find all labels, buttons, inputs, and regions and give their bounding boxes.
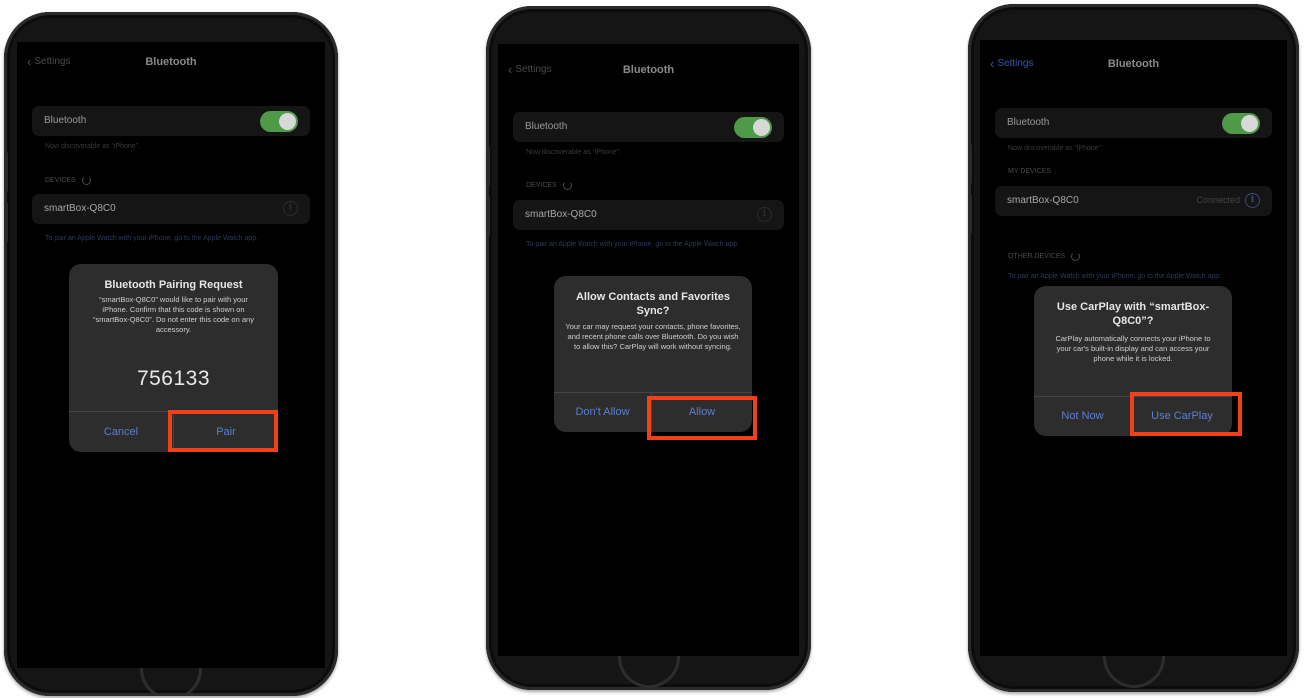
bluetooth-toggle[interactable] <box>1222 113 1260 134</box>
bluetooth-row-label: Bluetooth <box>1007 117 1050 128</box>
devices-label: DEVICES <box>526 182 557 189</box>
device-row[interactable]: smartBox-Q8C0 i <box>513 200 784 230</box>
bluetooth-row-label: Bluetooth <box>44 115 87 126</box>
discoverable-text: Now discoverable as “iPhone”. <box>1008 145 1103 152</box>
home-button[interactable] <box>1102 656 1165 688</box>
highlight-use-carplay-button <box>1130 392 1242 436</box>
alert-title: Bluetooth Pairing Request <box>104 279 243 291</box>
nav-bar: ‹ Settings Bluetooth <box>498 60 799 84</box>
alert-message: “smartBox-Q8C0” would like to pair with … <box>93 295 254 334</box>
cancel-button[interactable]: Cancel <box>69 412 173 452</box>
page-title: Bluetooth <box>145 56 197 68</box>
alert-title: Use CarPlay with “smartBox-Q8C0”? <box>1056 301 1210 327</box>
info-icon[interactable]: i <box>1245 193 1260 208</box>
alert-message: CarPlay automatically connects your iPho… <box>1055 334 1211 363</box>
not-now-button[interactable]: Not Now <box>1034 396 1131 436</box>
bluetooth-toggle[interactable] <box>260 111 298 132</box>
phone-carplay: ‹ Settings Bluetooth Bluetooth Now disco… <box>968 4 1299 692</box>
home-button[interactable] <box>617 656 680 688</box>
device-status: Connected <box>1196 195 1240 205</box>
spinner-icon <box>1071 252 1081 261</box>
devices-header: DEVICES <box>45 176 91 185</box>
device-name: smartBox-Q8C0 <box>1007 195 1079 206</box>
nav-bar: ‹ Settings Bluetooth <box>17 52 325 76</box>
my-devices-label: MY DEVICES <box>1008 168 1052 175</box>
phone-screen: ‹ Settings Bluetooth Bluetooth Now disco… <box>980 40 1287 656</box>
info-icon[interactable]: i <box>757 207 772 222</box>
bluetooth-row: Bluetooth <box>32 106 310 136</box>
phone-pairing-request: ‹ Settings Bluetooth Bluetooth Now disco… <box>4 12 338 696</box>
apple-watch-footnote: To pair an Apple Watch with your iPhone,… <box>45 235 259 242</box>
alert-message: Your car may request your contacts, phon… <box>565 322 741 351</box>
highlight-allow-button <box>647 396 757 440</box>
phone-contacts-sync: ‹ Settings Bluetooth Bluetooth Now disco… <box>486 6 811 690</box>
page-title: Bluetooth <box>622 64 675 76</box>
bluetooth-row: Bluetooth <box>513 112 784 142</box>
highlight-pair-button <box>168 410 278 452</box>
phone-screen: ‹ Settings Bluetooth Bluetooth Now disco… <box>498 44 799 656</box>
discoverable-text: Now discoverable as “iPhone”. <box>45 143 140 150</box>
bluetooth-row: Bluetooth <box>995 108 1272 138</box>
nav-bar: ‹ Settings Bluetooth <box>980 54 1287 78</box>
spinner-icon <box>81 176 91 185</box>
dont-allow-button[interactable]: Don't Allow <box>554 392 651 432</box>
devices-label: DEVICES <box>45 177 76 184</box>
apple-watch-footnote: To pair an Apple Watch with your iPhone,… <box>526 241 740 248</box>
devices-header: DEVICES <box>526 181 572 190</box>
bluetooth-row-label: Bluetooth <box>525 121 568 132</box>
device-name: smartBox-Q8C0 <box>525 209 597 220</box>
home-button[interactable] <box>140 668 202 696</box>
other-devices-label: OTHER DEVICES <box>1008 253 1066 260</box>
apple-watch-footnote: To pair an Apple Watch with your iPhone,… <box>1008 273 1222 280</box>
alert-title: Allow Contacts and Favorites Sync? <box>575 291 731 317</box>
bluetooth-toggle[interactable] <box>734 117 772 138</box>
spinner-icon <box>562 181 572 190</box>
info-icon[interactable]: i <box>283 201 298 216</box>
discoverable-text: Now discoverable as “iPhone”. <box>526 149 621 156</box>
phone-screen: ‹ Settings Bluetooth Bluetooth Now disco… <box>17 42 325 668</box>
other-devices-header: OTHER DEVICES <box>1008 252 1081 261</box>
pairing-code: 756133 <box>136 367 211 390</box>
my-devices-header: MY DEVICES <box>1008 168 1051 175</box>
page-title: Bluetooth <box>1107 58 1160 70</box>
device-name: smartBox-Q8C0 <box>44 203 116 214</box>
device-row[interactable]: smartBox-Q8C0 Connected i <box>995 186 1272 216</box>
device-row[interactable]: smartBox-Q8C0 i <box>32 194 310 224</box>
